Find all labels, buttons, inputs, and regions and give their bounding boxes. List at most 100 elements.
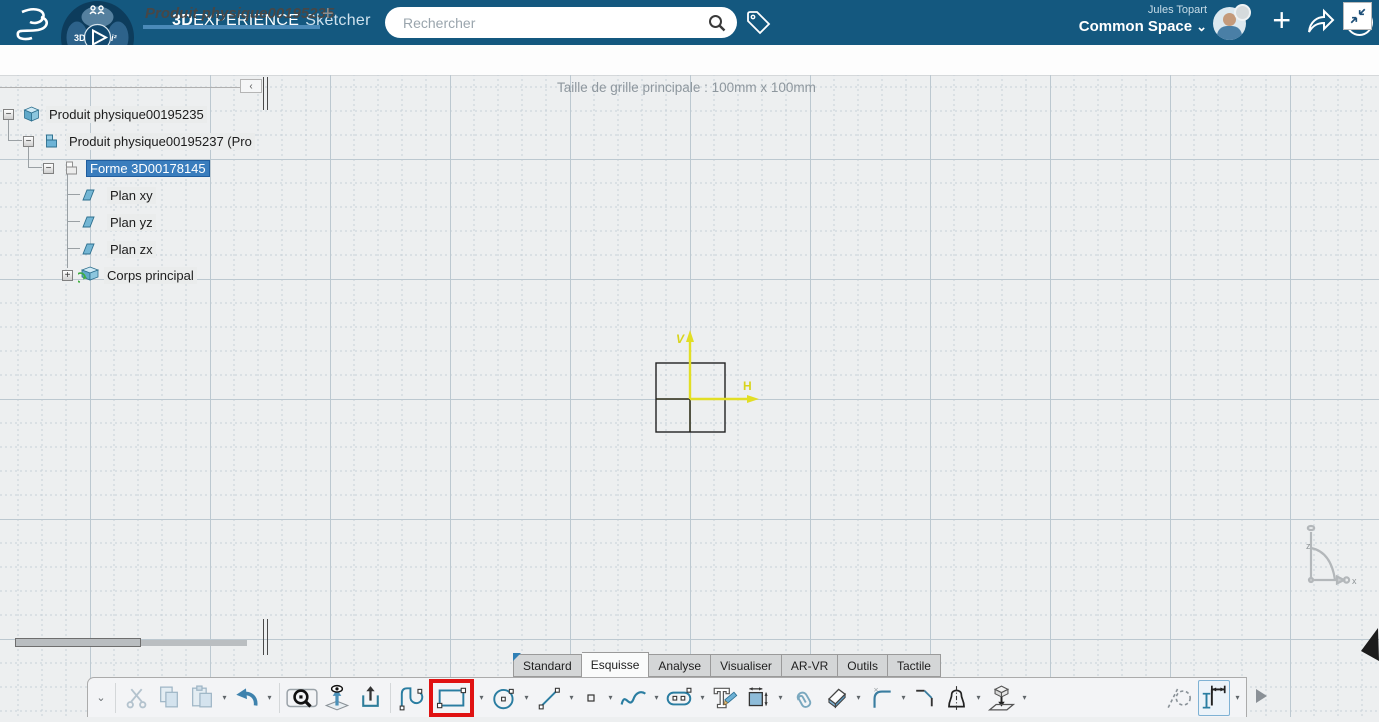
- tree-item-label: Plan xy: [107, 186, 156, 204]
- construction-icon: [1167, 687, 1191, 708]
- tag-button[interactable]: [745, 9, 772, 41]
- dimension-box-icon: [748, 686, 768, 706]
- tree-row-corps-principal[interactable]: + Corps principal: [62, 266, 197, 284]
- tree-panel-top-border: [0, 87, 240, 88]
- compass-3d-label: 3D: [74, 33, 86, 43]
- tree-expander[interactable]: −: [43, 162, 54, 174]
- panel-splitter-line[interactable]: [267, 619, 268, 655]
- point-dropdown[interactable]: ▾: [606, 693, 615, 702]
- tree-row-product-child[interactable]: − Produit physique00195237 (Pro: [23, 132, 255, 150]
- line-tool-button[interactable]: [534, 681, 564, 715]
- forme-3d-icon: [66, 161, 77, 175]
- chamfer-tool-button[interactable]: [911, 681, 938, 715]
- triad-z-label: z: [1306, 541, 1311, 551]
- document-tab[interactable]: Produit physique00195235: [145, 5, 334, 22]
- share-button[interactable]: [1305, 8, 1335, 41]
- new-tab-button[interactable]: +: [322, 3, 334, 26]
- profile-constraint-dropdown[interactable]: ▾: [974, 693, 983, 702]
- tree-row-plan-xy[interactable]: Plan xy: [80, 186, 156, 204]
- slot-dropdown[interactable]: ▾: [698, 693, 707, 702]
- panel-splitter-line[interactable]: [267, 77, 268, 110]
- paste-button[interactable]: [187, 681, 217, 715]
- undo-dropdown[interactable]: ▾: [265, 693, 274, 702]
- tree-row-product-root[interactable]: − Produit physique00195235: [3, 105, 207, 123]
- ribbon-corner-marker: [513, 653, 521, 661]
- quick-constraint-button[interactable]: [1198, 679, 1230, 716]
- search-input[interactable]: [401, 13, 707, 32]
- panel-splitter-line[interactable]: [263, 619, 264, 655]
- ribbon-tab-bar: Standard Esquisse Analyse Visualiser AR-…: [513, 652, 941, 677]
- quick-constraint-dropdown[interactable]: ▾: [1233, 693, 1242, 702]
- circle-dropdown[interactable]: ▾: [522, 693, 531, 702]
- zoom-fit-button[interactable]: [285, 681, 319, 715]
- add-content-button[interactable]: +: [1272, 2, 1291, 39]
- tree-connector: [67, 248, 80, 249]
- project-3d-button[interactable]: [986, 681, 1017, 715]
- toolbar-expand-button[interactable]: ⌄: [92, 681, 110, 715]
- tab-visualiser[interactable]: Visualiser: [711, 654, 782, 677]
- tree-row-forme-3d[interactable]: − Forme 3D00178145: [43, 159, 210, 177]
- rectangle-icon: [436, 687, 467, 708]
- search-bar: [385, 7, 737, 38]
- point-tool-button[interactable]: [579, 681, 603, 715]
- paste-icon: [192, 685, 212, 708]
- horizontal-scrollbar-track[interactable]: [141, 640, 247, 646]
- constraint-box-dropdown[interactable]: ▾: [776, 693, 785, 702]
- tree-expander[interactable]: −: [23, 135, 34, 147]
- paste-dropdown[interactable]: ▾: [220, 693, 229, 702]
- rectangle-dropdown[interactable]: ▾: [477, 693, 486, 702]
- line-dropdown[interactable]: ▾: [567, 693, 576, 702]
- rectangle-tool-button[interactable]: [429, 678, 474, 717]
- tree-expander[interactable]: −: [3, 108, 14, 120]
- copy-button[interactable]: [154, 681, 184, 715]
- tab-standard[interactable]: Standard: [513, 654, 582, 677]
- constraint-box-button[interactable]: [743, 681, 773, 715]
- triad-x-label: x: [1352, 576, 1357, 586]
- construction-elements-button[interactable]: [1165, 681, 1195, 715]
- tree-row-plan-yz[interactable]: Plan yz: [80, 213, 156, 231]
- tree-row-plan-zx[interactable]: Plan zx: [80, 240, 156, 258]
- plane-icon: [82, 189, 95, 201]
- spline-dropdown[interactable]: ▾: [652, 693, 661, 702]
- project-3d-dropdown[interactable]: ▾: [1020, 693, 1029, 702]
- corner-icon: ×: [873, 684, 891, 708]
- tab-outils[interactable]: Outils: [838, 654, 888, 677]
- cut-button[interactable]: [121, 681, 151, 715]
- tree-item-label: Plan yz: [107, 213, 156, 231]
- corner-tool-button[interactable]: ×: [866, 681, 896, 715]
- document-tab-bar: [0, 45, 1379, 76]
- tree-expander[interactable]: +: [62, 269, 73, 281]
- tab-analyse[interactable]: Analyse: [649, 654, 712, 677]
- action-toolbar: ⌄ ▾ ▾ ▾ ▾ ▾ ▾ ▾ ▾ ▾ ▾ × ▾ ▾ ▾ ▾: [87, 677, 1247, 717]
- horizontal-scrollbar-thumb[interactable]: [15, 638, 141, 647]
- spline-tool-button[interactable]: [618, 681, 649, 715]
- normal-view-button[interactable]: [322, 681, 352, 715]
- v-axis-label: V: [676, 332, 685, 346]
- user-block[interactable]: Jules Topart Common Space ⌄: [1027, 4, 1207, 35]
- corner-dropdown[interactable]: ▾: [899, 693, 908, 702]
- 3ds-logo-icon: [16, 8, 48, 41]
- tab-ar-vr[interactable]: AR-VR: [781, 654, 839, 677]
- tree-collapse-button[interactable]: ‹: [240, 79, 262, 93]
- dassault-3ds-logo[interactable]: [8, 4, 56, 47]
- export-button[interactable]: [355, 681, 385, 715]
- space-selector[interactable]: Common Space ⌄: [1027, 18, 1207, 35]
- quick-constraint-icon: [1202, 685, 1226, 708]
- restore-window-button[interactable]: [1343, 2, 1372, 30]
- panel-splitter-line[interactable]: [263, 77, 264, 110]
- profile-constraint-button[interactable]: [941, 681, 971, 715]
- toolbar-separator: [115, 682, 116, 713]
- attach-button[interactable]: [788, 681, 818, 715]
- sketch-text-button[interactable]: [710, 681, 740, 715]
- slot-tool-button[interactable]: [664, 681, 695, 715]
- circle-tool-button[interactable]: [489, 681, 519, 715]
- toolbar-more-button[interactable]: [1253, 686, 1269, 706]
- undo-button[interactable]: [232, 681, 262, 715]
- eraser-button[interactable]: [821, 681, 851, 715]
- eraser-dropdown[interactable]: ▾: [854, 693, 863, 702]
- profile-tool-button[interactable]: [396, 681, 426, 715]
- tab-esquisse[interactable]: Esquisse: [581, 652, 650, 677]
- search-icon[interactable]: [707, 13, 727, 33]
- tab-tactile[interactable]: Tactile: [887, 654, 941, 677]
- chamfer-icon: [916, 689, 933, 706]
